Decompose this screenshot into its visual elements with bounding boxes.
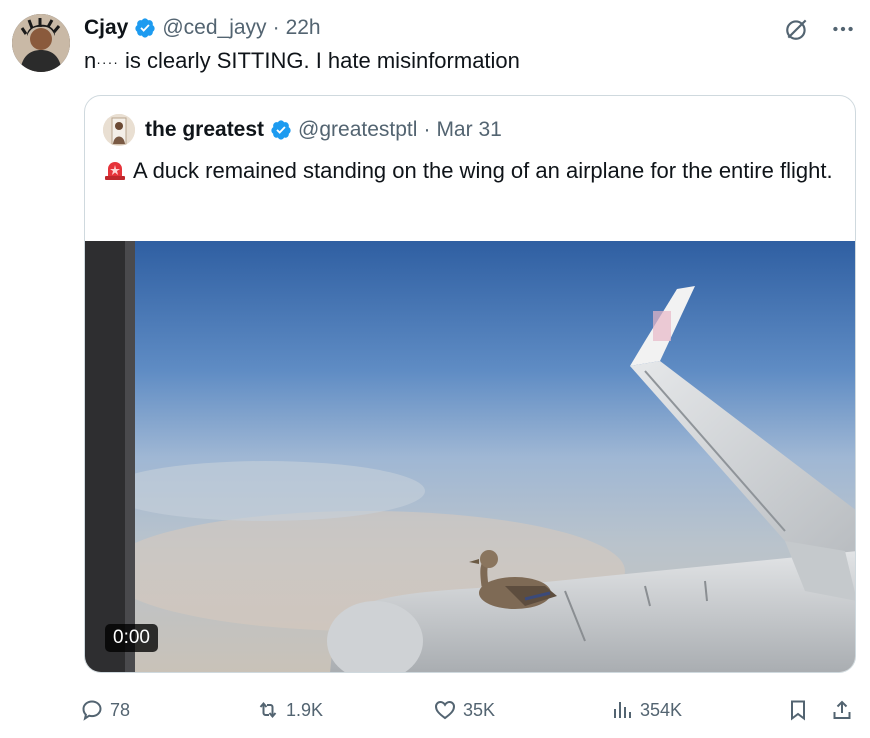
reply-button[interactable]: 78 — [80, 694, 130, 726]
share-icon — [833, 700, 851, 719]
separator: · — [423, 118, 431, 141]
action-bar: 78 1.9K 35K 354K — [80, 694, 860, 726]
censored-dots: ···· — [96, 54, 119, 71]
views-icon — [614, 702, 631, 718]
repost-button[interactable]: 1.9K — [256, 694, 323, 726]
quoted-author-avatar[interactable] — [103, 114, 135, 146]
quoted-author-name[interactable]: the greatest — [145, 118, 264, 142]
bookmark-button[interactable] — [786, 694, 810, 726]
siren-icon — [105, 162, 125, 180]
separator: · — [272, 16, 280, 39]
verified-badge-icon — [271, 120, 291, 140]
tweet-text-prefix: n — [84, 48, 97, 73]
author-avatar[interactable] — [12, 14, 70, 72]
quoted-tweet-header: the greatest @greatestptl · Mar 31 — [145, 116, 502, 144]
share-button[interactable] — [830, 694, 854, 726]
tweet-text-main: is clearly SITTING. I hate misinformatio… — [118, 48, 520, 73]
verified-badge-icon — [135, 18, 155, 38]
quoted-tweet-date[interactable]: Mar 31 — [436, 118, 501, 142]
like-button[interactable]: 35K — [433, 694, 495, 726]
views-count: 354K — [640, 699, 683, 720]
reply-count: 78 — [110, 699, 131, 720]
views-button[interactable]: 354K — [610, 694, 682, 726]
video-frame-duck-on-wing — [85, 241, 855, 672]
video-time-badge: 0:00 — [105, 624, 158, 652]
video-player[interactable]: 0:00 — [85, 241, 855, 672]
bookmark-icon — [791, 700, 805, 721]
author-name[interactable]: Cjay — [84, 16, 128, 40]
quoted-tweet-card[interactable]: the greatest @greatestptl · Mar 31 A duc… — [84, 95, 856, 673]
tweet-top-actions — [784, 16, 856, 42]
like-count: 35K — [463, 699, 496, 720]
more-icon[interactable] — [830, 16, 856, 42]
repost-icon — [259, 701, 277, 719]
author-handle[interactable]: @ced_jayy — [162, 16, 266, 40]
reply-icon — [82, 700, 102, 721]
tweet-time[interactable]: 22h — [286, 16, 321, 40]
tweet-header: Cjay @ced_jayy · 22h — [84, 14, 321, 42]
grok-icon[interactable] — [784, 16, 810, 42]
quoted-tweet-body: A duck remained standing on the wing of … — [133, 158, 833, 183]
quoted-author-handle[interactable]: @greatestptl — [298, 118, 417, 142]
tweet-text: n···· is clearly SITTING. I hate misinfo… — [84, 46, 520, 77]
repost-count: 1.9K — [286, 699, 324, 720]
like-icon — [434, 700, 456, 720]
quoted-tweet-text: A duck remained standing on the wing of … — [103, 156, 843, 186]
